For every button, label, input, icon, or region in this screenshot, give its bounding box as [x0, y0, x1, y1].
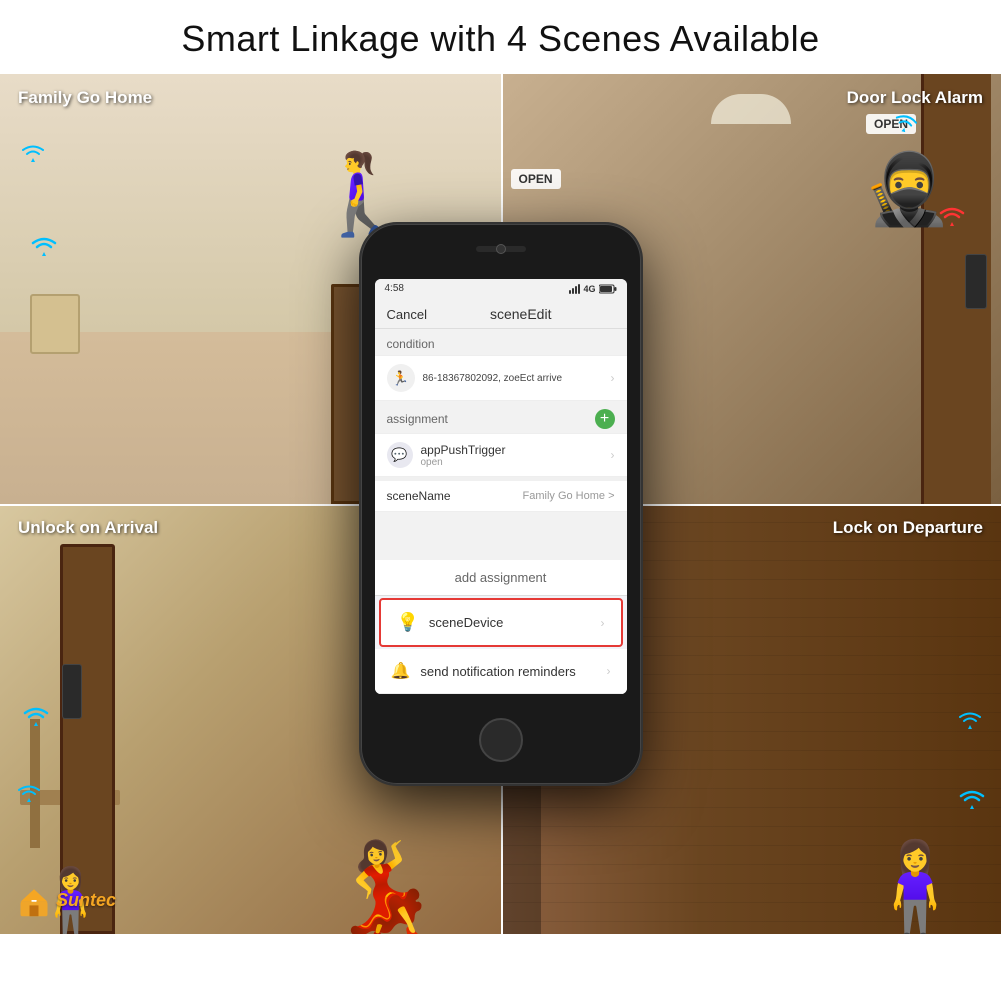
scene-label-family: Family Go Home	[18, 88, 152, 108]
scene-name-row[interactable]: sceneName Family Go Home >	[375, 477, 627, 512]
assignment-add-button[interactable]: +	[595, 409, 615, 429]
scene-label-departure: Lock on Departure	[833, 518, 983, 538]
wifi-signal-departure-1	[958, 787, 986, 814]
assignment-row-0[interactable]: 💬 appPushTrigger open ›	[375, 433, 627, 477]
assignment-icon-0: 💬	[387, 442, 413, 468]
suntec-brand-text: Suntec	[56, 890, 116, 911]
phone-home-button[interactable]	[479, 718, 523, 762]
assignment-chevron-0: ›	[611, 448, 615, 462]
assignment-sub-0: open	[421, 457, 603, 468]
scene-device-label: sceneDevice	[429, 615, 591, 630]
scene-label-unlock: Unlock on Arrival	[18, 518, 158, 538]
assignment-header: assignment +	[375, 401, 627, 433]
status-bar: 4:58 4G	[375, 279, 627, 298]
scene-device-icon: 💡	[397, 612, 419, 633]
wifi-signal-2	[22, 144, 44, 167]
scenes-grid: 🚶‍♀️ Family Go Home 🥷	[0, 74, 1001, 934]
wifi-signal-red-1	[938, 204, 966, 231]
notification-icon: 🔔	[391, 661, 411, 681]
wifi-signal-departure-2	[959, 711, 981, 734]
assignment-label: assignment	[387, 412, 448, 426]
wifi-signal-arrival-1	[22, 704, 50, 731]
notification-chevron: ›	[607, 664, 611, 678]
network-type: 4G	[583, 284, 595, 294]
phone-device: 4:58 4G	[361, 224, 641, 784]
screen-nav: Cancel sceneEdit	[375, 298, 627, 329]
phone-camera	[496, 244, 506, 254]
bottom-sheet-item-notification[interactable]: 🔔 send notification reminders ›	[375, 649, 627, 694]
bottom-sheet-item-scene-device[interactable]: 💡 sceneDevice ›	[379, 598, 623, 647]
phone-screen: 4:58 4G	[375, 279, 627, 694]
condition-value: 86-18367802092, zoeEct arrive	[423, 373, 603, 384]
bottom-sheet: add assignment 💡 sceneDevice › 🔔 send no…	[375, 560, 627, 694]
page-title: Smart Linkage with 4 Scenes Available	[0, 0, 1001, 74]
condition-chevron: ›	[611, 371, 615, 385]
assignment-main-0: appPushTrigger	[421, 443, 603, 457]
scene-name-value: Family Go Home >	[523, 490, 615, 502]
wifi-signal-arrival-2	[18, 784, 40, 807]
suntec-logo: Suntec	[16, 882, 116, 918]
nav-cancel[interactable]: Cancel	[387, 307, 427, 322]
open-badge-2: OPEN	[511, 169, 561, 189]
status-time: 4:58	[385, 283, 404, 294]
bottom-sheet-title: add assignment	[375, 560, 627, 596]
scene-label-door-lock: Door Lock Alarm	[847, 88, 983, 108]
notification-label: send notification reminders	[420, 664, 596, 679]
condition-label: condition	[375, 329, 627, 355]
wifi-signal-1	[30, 234, 58, 261]
assignment-text-group-0: appPushTrigger open	[421, 443, 603, 468]
condition-icon: 🏃	[387, 364, 415, 392]
scene-name-label: sceneName	[387, 489, 451, 503]
nav-title: sceneEdit	[490, 306, 551, 322]
scene-device-chevron: ›	[601, 616, 605, 630]
status-icons: 4G	[569, 284, 616, 294]
battery-icon	[599, 284, 617, 294]
condition-row[interactable]: 🏃 86-18367802092, zoeEct arrive ›	[375, 355, 627, 401]
